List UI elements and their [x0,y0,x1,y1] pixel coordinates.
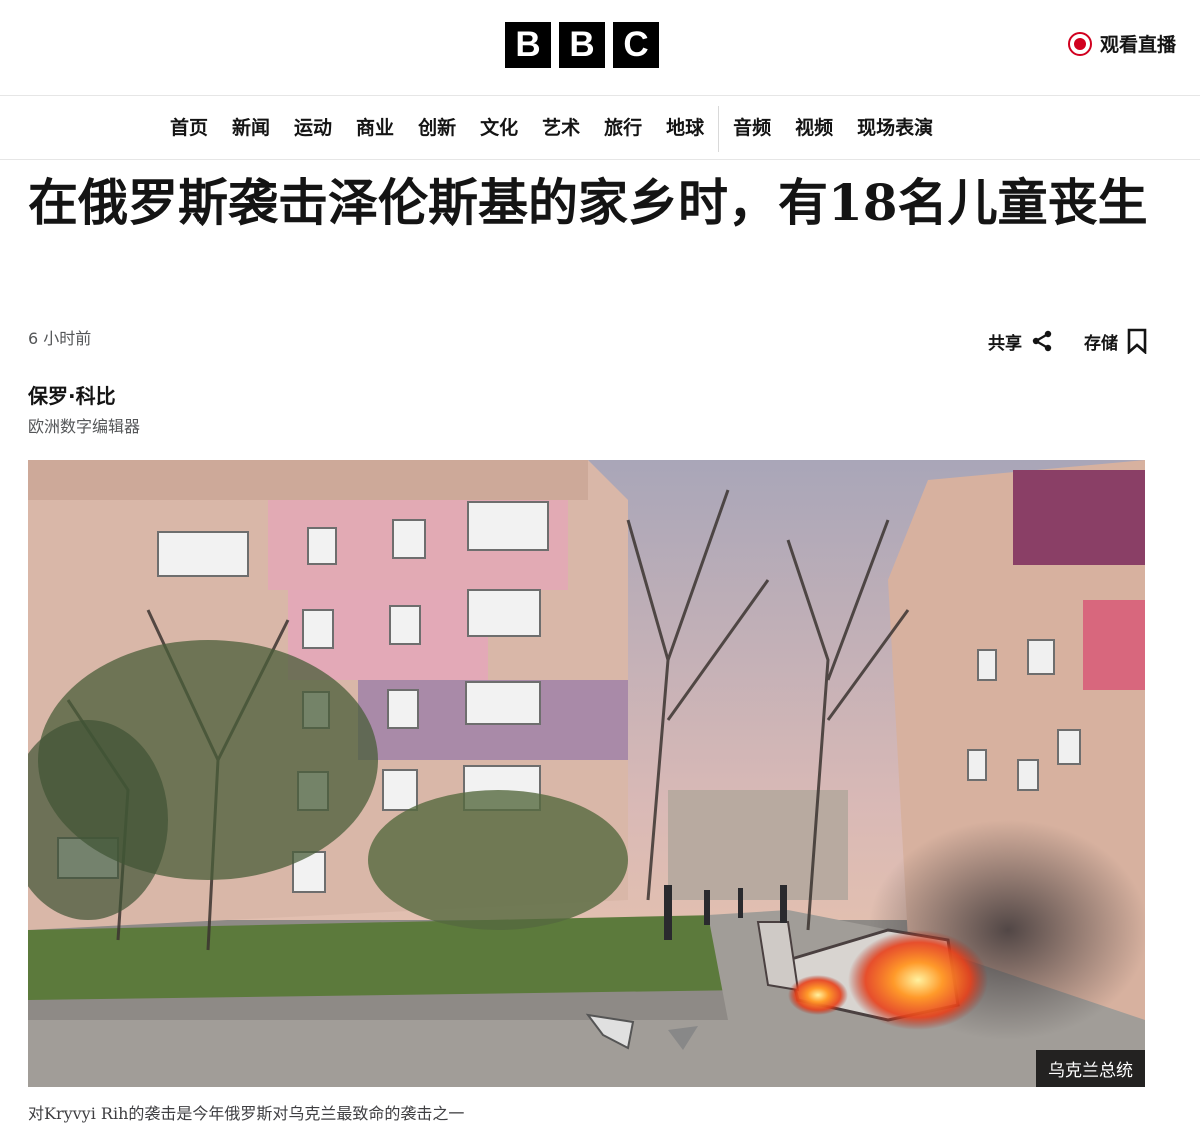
nav-item-business[interactable]: 商业 [344,97,406,160]
nav-item-innovation[interactable]: 创新 [406,97,468,160]
nav-item-culture[interactable]: 文化 [468,97,530,160]
nav-item-live[interactable]: 现场表演 [845,97,945,160]
main-nav: 首页 新闻 运动 商业 创新 文化 艺术 旅行 地球 音频 视频 现场表演 [0,97,1200,160]
article-timestamp: 6 小时前 [28,329,92,348]
nav-item-home[interactable]: 首页 [158,97,220,160]
article-headline: 在俄罗斯袭击泽伦斯基的家乡时，有18名儿童丧生 [28,173,1148,232]
share-icon [1032,330,1052,352]
article-photo: 乌克兰总统 [28,460,1145,1087]
watch-live-label: 观看直播 [1099,34,1176,56]
nav-item-earth[interactable]: 地球 [654,97,716,160]
nav-item-video[interactable]: 视频 [783,97,845,160]
logo-letter: B [559,22,605,68]
author-role: 欧洲数字编辑器 [28,417,141,436]
nav-item-sport[interactable]: 运动 [282,97,344,160]
live-icon [1067,31,1092,56]
image-credit: 乌克兰总统 [1036,1050,1145,1087]
share-button[interactable]: 共享 [988,329,1054,354]
nav-item-arts[interactable]: 艺术 [530,97,592,160]
watch-live-button[interactable]: 观看直播 [1067,30,1176,57]
share-label: 共享 [988,333,1022,354]
save-button[interactable]: 存储 [1084,328,1148,354]
masthead: B B C 观看直播 [0,0,1200,96]
bbc-logo[interactable]: B B C [505,22,659,68]
author-name[interactable]: 保罗·科比 [28,380,116,409]
nav-item-travel[interactable]: 旅行 [592,97,654,160]
article-actions: 共享 存储 [988,328,1148,354]
bookmark-icon [1127,328,1147,354]
save-label: 存储 [1084,333,1118,354]
logo-letter: C [613,22,659,68]
nav-item-news[interactable]: 新闻 [220,97,282,160]
photo-illustration [28,460,1145,1087]
image-caption: 对Kryvyi Rih的袭击是今年俄罗斯对乌克兰最致命的袭击之一 [28,1104,465,1123]
nav-divider [718,105,720,152]
nav-list: 首页 新闻 运动 商业 创新 文化 艺术 旅行 地球 音频 视频 现场表演 [158,97,945,160]
logo-letter: B [505,22,551,68]
nav-item-audio[interactable]: 音频 [721,97,783,160]
